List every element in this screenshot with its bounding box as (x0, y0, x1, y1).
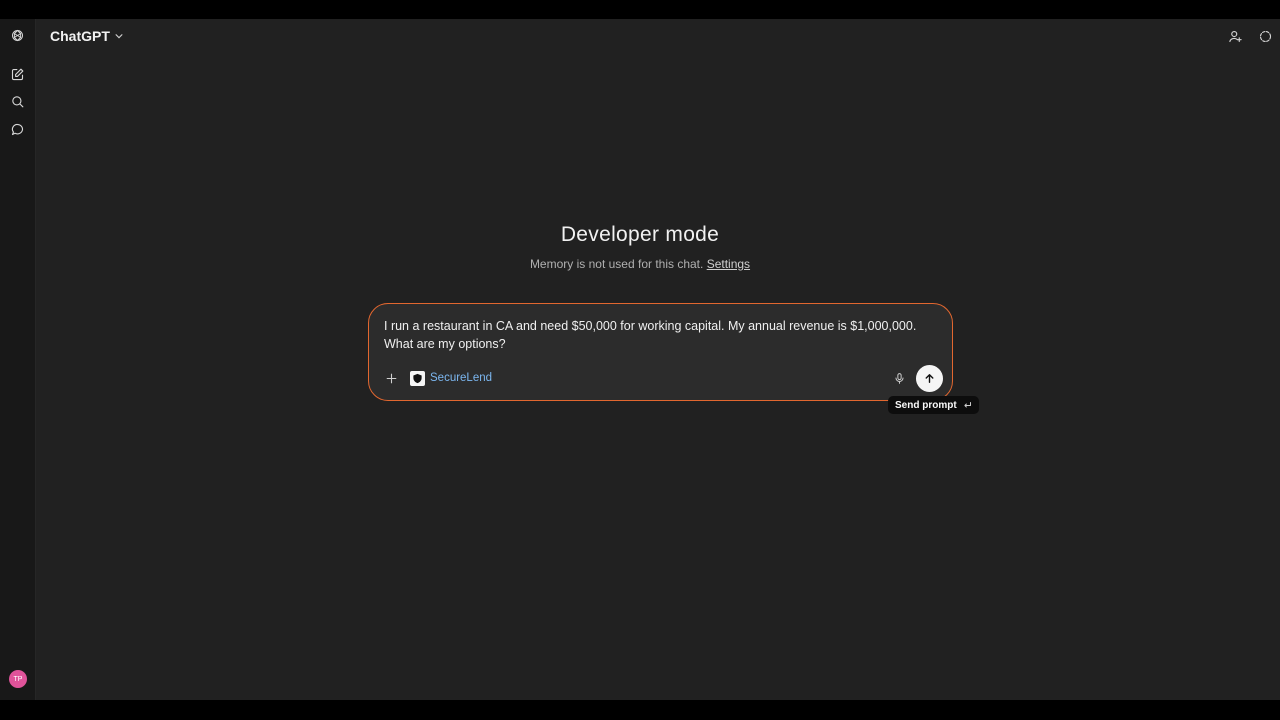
add-attachment-button[interactable] (381, 368, 401, 388)
arrow-up-icon (925, 374, 934, 383)
plus-icon (386, 373, 396, 383)
prompt-composer[interactable]: I run a restaurant in CA and need $50,00… (368, 303, 953, 401)
chat-app: TP ChatGPT Developer mode Memory is not … (0, 19, 1280, 700)
new-chat-icon[interactable] (6, 63, 28, 85)
enter-key-icon (964, 401, 971, 407)
send-prompt-tooltip: Send prompt (888, 396, 979, 414)
screen-bottom-border (0, 700, 1280, 720)
search-icon[interactable] (6, 90, 28, 112)
microphone-icon (894, 372, 904, 384)
avatar-initials: TP (13, 675, 23, 683)
chat-bubble-icon[interactable] (6, 118, 28, 140)
prompt-line-1: I run a restaurant in CA and need $50,00… (384, 319, 917, 333)
screen-top-border (0, 0, 1280, 19)
add-people-icon[interactable] (1224, 25, 1246, 47)
settings-link[interactable]: Settings (707, 257, 750, 271)
connector-chip[interactable]: SecureLend (410, 370, 492, 386)
page-title: Developer mode (560, 223, 720, 246)
temporary-chat-icon[interactable] (1254, 25, 1276, 47)
model-name: ChatGPT (50, 28, 110, 44)
tooltip-label: Send prompt (895, 399, 957, 411)
send-prompt-button[interactable] (916, 365, 943, 392)
dictate-button[interactable] (889, 368, 909, 388)
page-subtitle: Memory is not used for this chat. Settin… (0, 257, 1280, 271)
chevron-down-icon (115, 34, 123, 39)
sidebar-rail: TP (0, 19, 36, 700)
memory-notice: Memory is not used for this chat. (529, 257, 704, 271)
shield-icon (410, 370, 425, 386)
connector-label: SecureLend (430, 372, 493, 384)
openai-logo-icon[interactable] (6, 24, 28, 46)
prompt-input[interactable]: I run a restaurant in CA and need $50,00… (384, 317, 934, 353)
user-avatar[interactable]: TP (9, 670, 27, 688)
model-switcher[interactable]: ChatGPT (50, 26, 124, 46)
prompt-line-2: What are my options? (384, 337, 506, 351)
